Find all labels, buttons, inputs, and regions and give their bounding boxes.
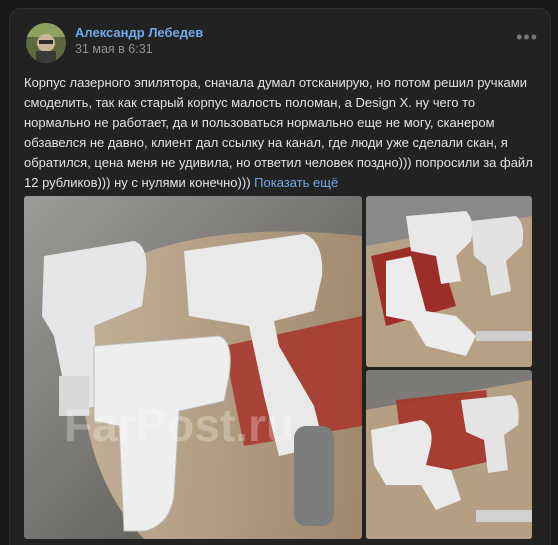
post-date[interactable]: 31 мая в 6:31 [75,42,153,56]
post-body: Корпус лазерного эпилятора, сначала дума… [24,75,533,190]
more-horizontal-icon[interactable]: ••• [516,28,538,46]
show-more-link[interactable]: Показать ещё [254,175,338,190]
wall-post: Александр Лебедев 31 мая в 6:31 ••• Корп… [9,8,551,545]
watermark: FarPost.ru [64,399,294,451]
post-photo-3[interactable] [366,370,532,539]
avatar[interactable] [26,23,66,63]
post-text: Корпус лазерного эпилятора, сначала дума… [24,73,544,193]
post-photo-main[interactable]: FarPost.ru [24,196,362,539]
post-photo-2[interactable] [366,196,532,367]
author-name[interactable]: Александр Лебедев [75,25,203,40]
